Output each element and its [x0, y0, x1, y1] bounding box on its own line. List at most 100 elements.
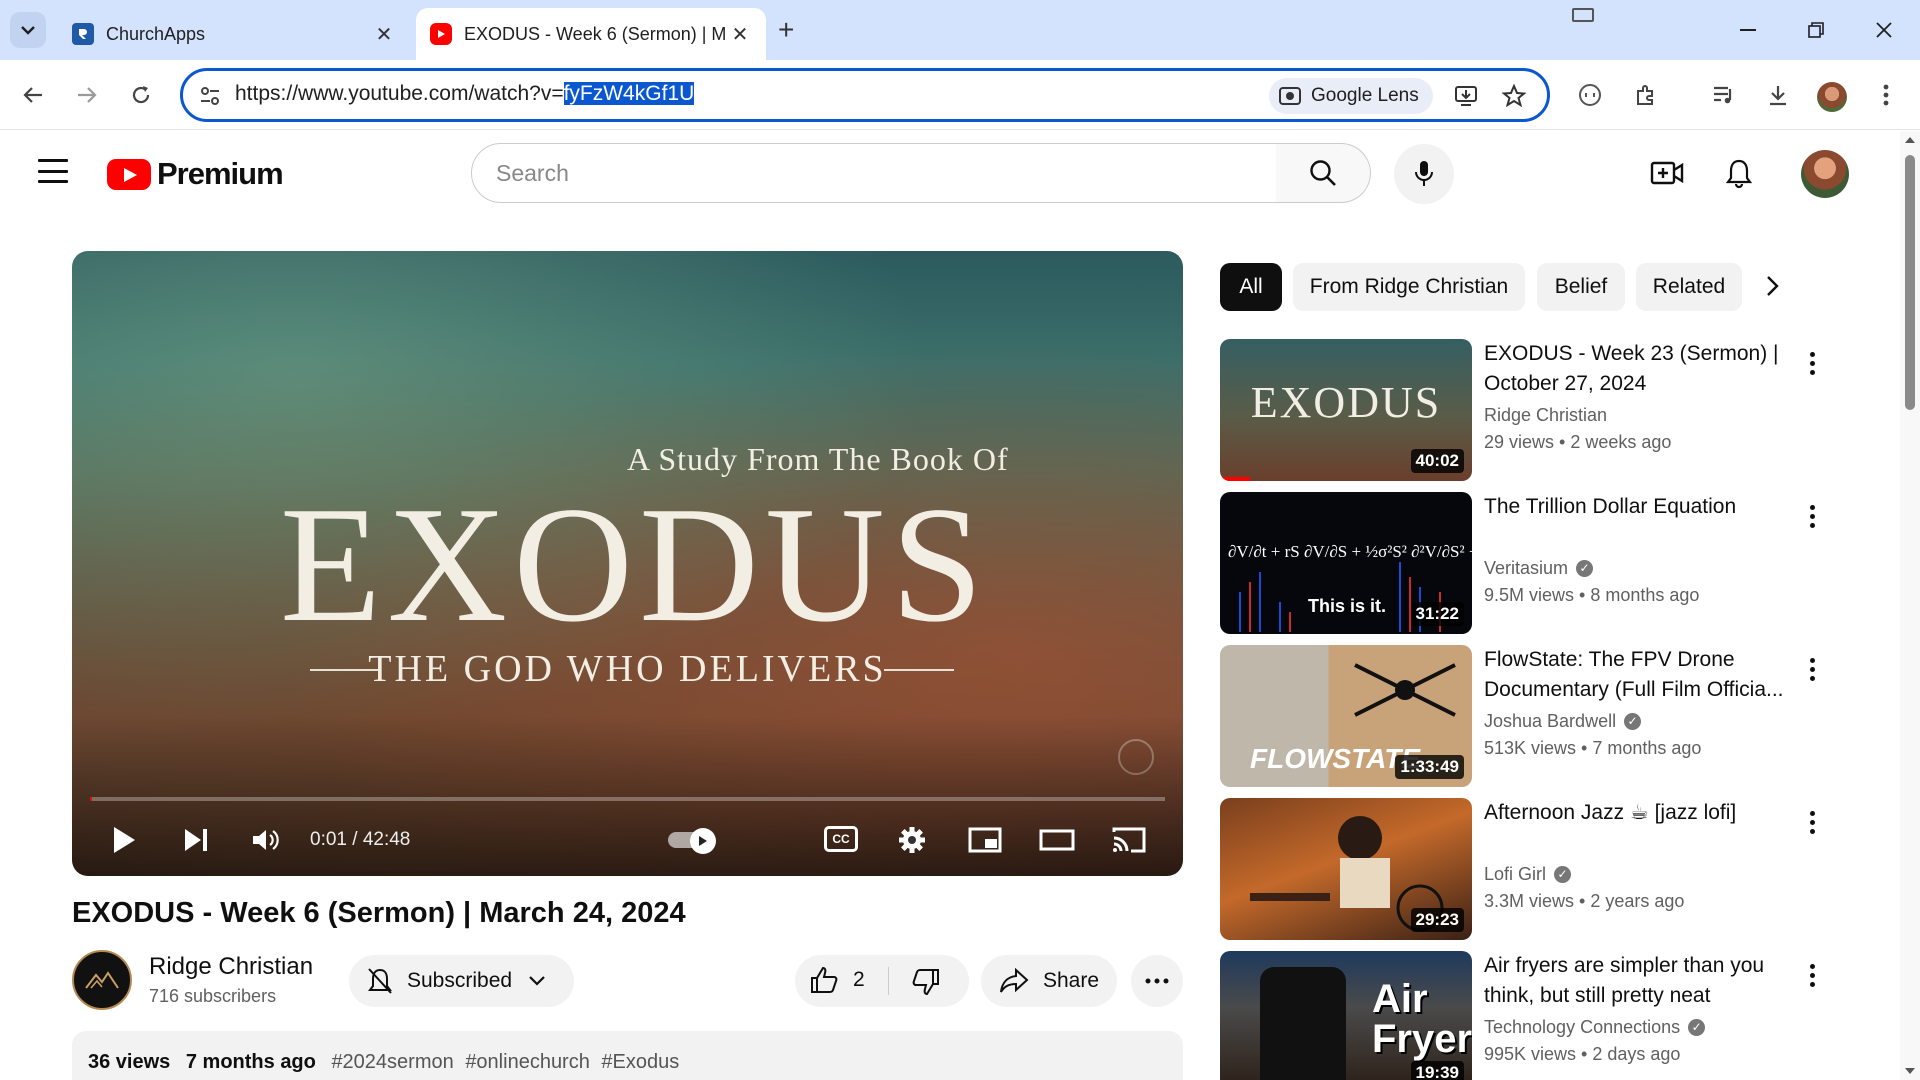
search-button[interactable]	[1276, 143, 1371, 203]
reading-mode-icon[interactable]	[1572, 77, 1608, 113]
thumbs-down-icon	[912, 969, 939, 996]
voice-search-button[interactable]	[1394, 144, 1454, 204]
close-tab-icon[interactable]: ✕	[372, 22, 396, 47]
notifications-button[interactable]	[1717, 151, 1761, 195]
scroll-down-icon[interactable]	[1905, 1068, 1915, 1074]
scrollbar-thumb[interactable]	[1905, 155, 1915, 410]
chip-related[interactable]: Related	[1636, 263, 1742, 311]
recommendation-item[interactable]: Air Fryers 19:39 Air fryers are simpler …	[1220, 951, 1840, 1080]
theater-mode-button[interactable]	[1035, 818, 1079, 862]
site-info-icon[interactable]	[197, 83, 223, 109]
video-thumbnail[interactable]: FLOWSTATE 1:33:49	[1220, 645, 1472, 787]
subscribed-button[interactable]: Subscribed	[349, 955, 574, 1007]
like-button[interactable]: 2	[809, 965, 865, 995]
like-dislike-bar: 2	[795, 955, 969, 1007]
chip-all[interactable]: All	[1220, 263, 1282, 311]
bookmark-star-icon[interactable]	[1499, 81, 1529, 111]
install-app-icon[interactable]	[1451, 81, 1481, 111]
progress-bar[interactable]	[90, 797, 1165, 801]
chip-belief[interactable]: Belief	[1537, 263, 1625, 311]
recommendation-channel[interactable]: Joshua Bardwell ✓	[1484, 711, 1642, 732]
thumbnail-subtitle: THE GOD WHO DELIVERS	[368, 648, 887, 690]
share-button[interactable]: Share	[981, 955, 1117, 1007]
dislike-button[interactable]	[911, 967, 941, 1003]
video-player[interactable]: A Study From The Book Of EXODUS THE GOD …	[72, 251, 1183, 876]
video-thumbnail[interactable]: ∂V/∂t + rS ∂V/∂S + ½σ²S² ∂²V/∂S² − rV = …	[1220, 492, 1472, 634]
recommendation-title[interactable]: FlowState: The FPV Drone Documentary (Fu…	[1484, 645, 1804, 705]
search-placeholder: Search	[496, 159, 569, 186]
recommendation-title[interactable]: EXODUS - Week 23 (Sermon) | October 27, …	[1484, 339, 1804, 399]
recommendation-item[interactable]: EXODUS 40:02 EXODUS - Week 23 (Sermon) |…	[1220, 339, 1840, 481]
back-button[interactable]	[14, 76, 52, 114]
forward-button[interactable]	[68, 76, 106, 114]
browser-profile-avatar[interactable]	[1817, 82, 1847, 112]
address-bar[interactable]: https://www.youtube.com/watch?v=fyFzW4kG…	[180, 68, 1550, 122]
extensions-puzzle-icon[interactable]	[1628, 77, 1664, 113]
description-box[interactable]: 36 views 7 months ago #2024sermon #onlin…	[72, 1031, 1183, 1080]
close-window-button[interactable]	[1864, 12, 1904, 48]
more-options-icon[interactable]	[1798, 496, 1826, 536]
recommendation-channel[interactable]: Ridge Christian	[1484, 405, 1607, 426]
youtube-premium-logo[interactable]: Premium	[107, 156, 284, 192]
mute-button[interactable]	[244, 818, 288, 862]
next-button[interactable]	[174, 818, 218, 862]
recommendation-item[interactable]: FLOWSTATE 1:33:49 FlowState: The FPV Dro…	[1220, 645, 1840, 787]
gear-icon	[899, 827, 925, 853]
channel-name[interactable]: Ridge Christian	[149, 953, 313, 981]
search-input[interactable]: Search	[471, 143, 1277, 203]
recommendation-title[interactable]: Air fryers are simpler than you think, b…	[1484, 951, 1804, 1011]
recommendation-item[interactable]: 29:23 Afternoon Jazz ☕ [jazz lofi] Lofi …	[1220, 798, 1840, 940]
recommendation-item[interactable]: ∂V/∂t + rS ∂V/∂S + ½σ²S² ∂²V/∂S² − rV = …	[1220, 492, 1840, 634]
recommendation-title[interactable]: Afternoon Jazz ☕ [jazz lofi]	[1484, 798, 1804, 828]
url-text[interactable]: https://www.youtube.com/watch?v=fyFzW4kG…	[235, 82, 695, 106]
chips-next-button[interactable]	[1766, 272, 1780, 304]
recommendation-title[interactable]: The Trillion Dollar Equation	[1484, 492, 1804, 522]
more-options-icon[interactable]	[1798, 343, 1826, 383]
create-button[interactable]	[1645, 151, 1689, 195]
media-controls-icon[interactable]	[1706, 77, 1742, 113]
more-options-icon[interactable]	[1798, 955, 1826, 995]
new-tab-button[interactable]: +	[778, 14, 794, 46]
cast-icon	[1112, 827, 1146, 853]
more-options-icon[interactable]	[1798, 649, 1826, 689]
guide-menu-icon[interactable]	[38, 159, 68, 183]
more-options-icon[interactable]	[1798, 802, 1826, 842]
google-lens-button[interactable]: Google Lens	[1269, 78, 1433, 114]
miniplayer-button[interactable]	[963, 818, 1007, 862]
tab-search-button[interactable]	[10, 12, 46, 48]
browser-menu-icon[interactable]	[1868, 77, 1904, 113]
close-tab-icon[interactable]: ✕	[728, 22, 752, 47]
duration-badge: 40:02	[1410, 449, 1464, 473]
more-actions-button[interactable]	[1131, 955, 1183, 1007]
page-scrollbar[interactable]	[1900, 131, 1920, 1080]
hashtag[interactable]: #Exodus	[601, 1051, 679, 1073]
video-thumbnail[interactable]: Air Fryers 19:39	[1220, 951, 1472, 1080]
subscribed-label: Subscribed	[407, 969, 513, 992]
scroll-up-icon[interactable]	[1905, 137, 1915, 143]
video-thumbnail[interactable]: EXODUS 40:02	[1220, 339, 1472, 481]
cast-button[interactable]	[1107, 818, 1151, 862]
autoplay-toggle[interactable]	[668, 828, 718, 854]
minimize-button[interactable]	[1728, 12, 1768, 48]
forward-arrow-icon	[78, 87, 97, 103]
downloads-icon[interactable]	[1760, 77, 1796, 113]
recommendation-channel[interactable]: Lofi Girl ✓	[1484, 864, 1572, 885]
tab-churchapps[interactable]: ChurchApps ✕	[58, 8, 410, 60]
youtube-favicon-icon	[430, 23, 452, 45]
tab-exodus-video[interactable]: EXODUS - Week 6 (Sermon) | M ✕	[416, 8, 766, 60]
recommendation-channel[interactable]: Veritasium ✓	[1484, 558, 1594, 579]
subtitles-button[interactable]: CC	[824, 826, 858, 852]
settings-button[interactable]	[890, 818, 934, 862]
hashtag[interactable]: #2024sermon	[331, 1051, 453, 1073]
restore-button[interactable]	[1796, 12, 1836, 48]
fullscreen-button[interactable]	[1179, 818, 1183, 862]
channel-avatar[interactable]	[72, 950, 132, 1010]
video-thumbnail[interactable]: 29:23	[1220, 798, 1472, 940]
hashtag[interactable]: #onlinechurch	[465, 1051, 590, 1073]
play-button[interactable]	[102, 818, 146, 862]
reload-button[interactable]	[122, 76, 160, 114]
account-avatar[interactable]	[1801, 150, 1849, 198]
chip-from-ridge-christian[interactable]: From Ridge Christian	[1293, 263, 1525, 311]
recommendation-channel[interactable]: Technology Connections ✓	[1484, 1017, 1706, 1038]
media-indicator-icon[interactable]	[1572, 8, 1594, 22]
